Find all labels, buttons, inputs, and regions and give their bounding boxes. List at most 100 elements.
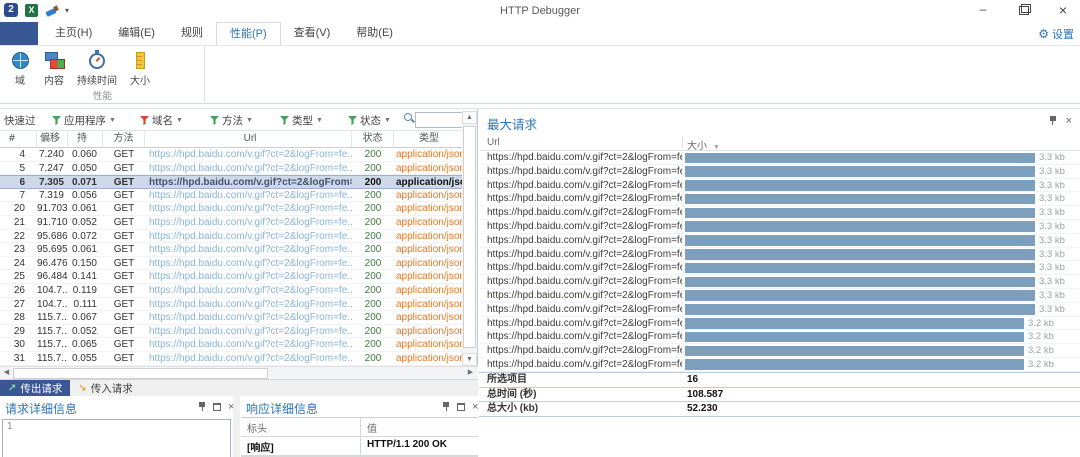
largest-request-row[interactable]: https://hpd.baidu.com/v.gif?ct=2&logFrom…: [479, 344, 1080, 358]
summary-row: 所选项目 16: [479, 372, 1080, 387]
scroll-down-icon[interactable]: ▼: [462, 353, 477, 366]
menu-tab-2[interactable]: 规则: [168, 22, 216, 45]
scroll-up-icon[interactable]: ▲: [462, 111, 477, 124]
cell-duration: 0.061: [71, 203, 97, 215]
request-row[interactable]: 4 7.240 0.060 GET https://hpd.baidu.com/v.gi…: [0, 148, 463, 162]
close-icon[interactable]: [1056, 2, 1070, 18]
largest-request-row[interactable]: https://hpd.baidu.com/v.gif?ct=2&logFrom…: [479, 302, 1080, 317]
largest-request-row[interactable]: https://hpd.baidu.com/v.gif?ct=2&logFrom…: [479, 178, 1080, 193]
column-header-1[interactable]: 偏移: [37, 131, 68, 147]
largest-request-row[interactable]: https://hpd.baidu.com/v.gif?ct=2&logFrom…: [479, 192, 1080, 207]
maximize-icon[interactable]: [457, 403, 465, 411]
size-column-header[interactable]: 大小: [687, 137, 720, 152]
size-bar: [685, 290, 1035, 301]
column-header-2[interactable]: 持续...: [68, 131, 103, 147]
summary-value: 108.587: [687, 388, 724, 400]
filter-button-4[interactable]: 状态: [348, 113, 391, 128]
menu-tab-5[interactable]: 帮助(E): [343, 22, 406, 45]
request-row[interactable]: 7 7.319 0.056 GET https://hpd.baidu.com/v.gi…: [0, 188, 463, 203]
pin-icon[interactable]: [198, 402, 206, 412]
ribbon-button-0[interactable]: 域: [6, 48, 34, 89]
response-header-row[interactable]: [响应] HTTP/1.1 200 OK: [241, 437, 478, 456]
cell-status: 200: [364, 216, 382, 228]
request-details-content[interactable]: 1: [2, 419, 231, 457]
panel-divider[interactable]: [233, 396, 240, 457]
largest-request-row[interactable]: https://hpd.baidu.com/v.gif?ct=2&logFrom…: [479, 219, 1080, 234]
maximize-icon[interactable]: [213, 403, 221, 411]
cell-method: GET: [113, 244, 135, 256]
largest-request-row[interactable]: https://hpd.baidu.com/v.gif?ct=2&logFrom…: [479, 247, 1080, 262]
scroll-left-icon[interactable]: ◀: [0, 367, 13, 379]
largest-request-row[interactable]: https://hpd.baidu.com/v.gif?ct=2&logFrom…: [479, 206, 1080, 220]
cell-method: GET: [113, 149, 135, 160]
request-row[interactable]: 31 115.7... 0.055 GET https://hpd.baidu.com/…: [0, 351, 463, 366]
close-icon[interactable]: [1066, 117, 1072, 125]
pin-icon[interactable]: [442, 402, 450, 412]
largest-request-row[interactable]: https://hpd.baidu.com/v.gif?ct=2&logFrom…: [479, 330, 1080, 345]
request-row[interactable]: 21 91.710 0.052 GET https://hpd.baidu.com/v.…: [0, 215, 463, 230]
cell-url: https://hpd.baidu.com/v.gif?ct=2&logFrom…: [487, 220, 682, 232]
column-header-0[interactable]: #: [0, 131, 37, 147]
largest-request-row[interactable]: https://hpd.baidu.com/v.gif?ct=2&logFrom…: [479, 357, 1080, 372]
menu-tab-1[interactable]: 编辑(E): [105, 22, 168, 45]
restore-icon[interactable]: [1016, 2, 1031, 18]
largest-request-row[interactable]: https://hpd.baidu.com/v.gif?ct=2&logFrom…: [479, 316, 1080, 331]
filter-button-2[interactable]: 方法: [210, 113, 253, 128]
column-header-5[interactable]: 状态: [352, 131, 394, 147]
cell-url: https://hpd.baidu.com/v.gif?ct=2&logFrom…: [149, 352, 352, 364]
url-column-header[interactable]: Url: [487, 137, 500, 148]
vertical-scrollbar[interactable]: ▲ ▼: [462, 111, 477, 366]
file-menu-button[interactable]: [0, 22, 38, 45]
largest-request-row[interactable]: https://hpd.baidu.com/v.gif?ct=2&logFrom…: [479, 151, 1080, 165]
search-input[interactable]: [415, 112, 465, 128]
minimize-icon[interactable]: [976, 2, 990, 18]
filter-button-1[interactable]: 域名: [140, 113, 183, 128]
largest-request-row[interactable]: https://hpd.baidu.com/v.gif?ct=2&logFrom…: [479, 233, 1080, 248]
request-row[interactable]: 29 115.7... 0.052 GET https://hpd.baidu.com/…: [0, 324, 463, 339]
largest-request-row[interactable]: https://hpd.baidu.com/v.gif?ct=2&logFrom…: [479, 275, 1080, 289]
filter-button-0[interactable]: 应用程序: [52, 113, 116, 128]
largest-request-row[interactable]: https://hpd.baidu.com/v.gif?ct=2&logFrom…: [479, 288, 1080, 303]
column-header-3[interactable]: 方法: [103, 131, 145, 147]
menu-tab-0[interactable]: 主页(H): [42, 22, 105, 45]
size-label: 3.3 kb: [1039, 248, 1065, 260]
request-row[interactable]: 5 7.247 0.050 GET https://hpd.baidu.com/v.gi…: [0, 161, 463, 176]
tab-outgoing-requests[interactable]: 传出请求: [0, 380, 71, 396]
ribbon-button-3[interactable]: 大小: [126, 48, 154, 89]
menu-tab-4[interactable]: 查看(V): [281, 22, 344, 45]
cell-url: https://hpd.baidu.com/v.gif?ct=2&logFrom…: [487, 179, 682, 191]
column-header-4[interactable]: Url: [145, 131, 352, 147]
cell-offset: 96.476: [37, 257, 68, 269]
settings-button[interactable]: 设置: [1038, 26, 1074, 42]
scroll-right-icon[interactable]: ▶: [464, 367, 477, 379]
settings-label: 设置: [1052, 29, 1074, 41]
vertical-scroll-thumb[interactable]: [463, 126, 476, 348]
request-row[interactable]: 24 96.476 0.150 GET https://hpd.baidu.com/v.…: [0, 256, 463, 271]
request-row[interactable]: 27 104.7... 0.111 GET https://hpd.baidu.com/…: [0, 297, 463, 312]
request-row[interactable]: 23 95.695 0.061 GET https://hpd.baidu.com/v.…: [0, 243, 463, 257]
tab-incoming-requests[interactable]: 传入请求: [70, 380, 140, 396]
horizontal-scroll-thumb[interactable]: [13, 367, 268, 379]
request-row[interactable]: 22 95.686 0.072 GET https://hpd.baidu.com/v.…: [0, 229, 463, 244]
horizontal-scrollbar[interactable]: ◀ ▶: [0, 366, 478, 379]
size-label: 3.3 kb: [1039, 152, 1065, 163]
request-row[interactable]: 28 115.7... 0.067 GET https://hpd.baidu.com/…: [0, 311, 463, 325]
pin-icon[interactable]: [1049, 116, 1057, 126]
largest-request-row[interactable]: https://hpd.baidu.com/v.gif?ct=2&logFrom…: [479, 164, 1080, 179]
request-row[interactable]: 25 96.484 0.141 GET https://hpd.baidu.com/v.…: [0, 270, 463, 284]
request-row[interactable]: 26 104.7... 0.119 GET https://hpd.baidu.com/…: [0, 283, 463, 298]
response-header-name: [响应]: [241, 437, 361, 455]
menu-tab-3[interactable]: 性能(P): [215, 22, 281, 45]
cell-num: 20: [13, 203, 25, 215]
filter-button-3[interactable]: 类型: [280, 113, 323, 128]
ribbon-button-1[interactable]: 内容: [40, 48, 68, 89]
cell-status: 200: [364, 177, 382, 188]
cell-duration: 0.056: [71, 189, 97, 201]
close-icon[interactable]: [472, 403, 478, 411]
largest-request-row[interactable]: https://hpd.baidu.com/v.gif?ct=2&logFrom…: [479, 261, 1080, 276]
column-header-6[interactable]: 类型: [394, 131, 463, 147]
request-row[interactable]: 20 91.703 0.061 GET https://hpd.baidu.com/v.…: [0, 202, 463, 216]
request-row[interactable]: 30 115.7... 0.065 GET https://hpd.baidu.com/…: [0, 338, 463, 352]
request-row[interactable]: 6 7.305 0.071 GET https://hpd.baidu.com/v.gi…: [0, 175, 463, 189]
ribbon-button-2[interactable]: 持续时间: [74, 48, 120, 89]
